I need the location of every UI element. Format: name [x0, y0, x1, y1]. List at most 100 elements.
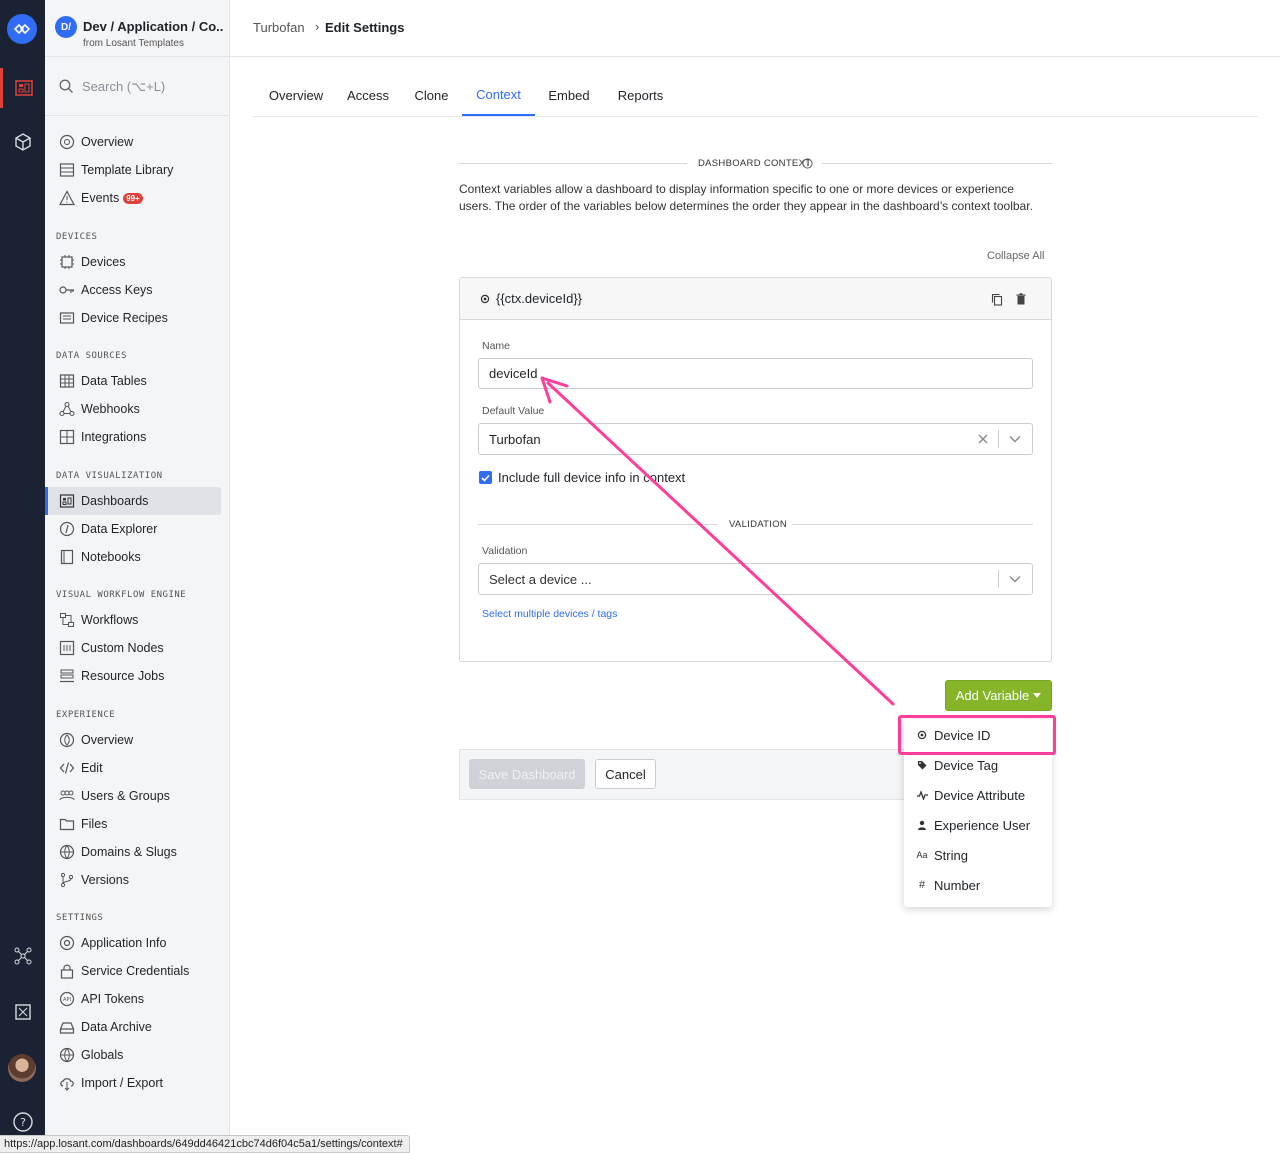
section-divider-right: [822, 163, 1052, 164]
user-icon: [916, 820, 928, 830]
sidebar-item-data-sources-data-tables[interactable]: Data Tables: [45, 367, 221, 395]
user-avatar[interactable]: [8, 1054, 36, 1082]
network-rail-icon[interactable]: [0, 936, 45, 976]
validation-divider-left: [478, 524, 718, 525]
default-value-label: Default Value: [482, 405, 545, 417]
cancel-button[interactable]: Cancel: [595, 759, 656, 789]
global-rail: ?: [0, 0, 45, 1153]
chevron-down-icon[interactable]: [1009, 575, 1021, 583]
sidebar-item-label: Resource Jobs: [81, 669, 165, 683]
sidebar-item-data-sources-integrations[interactable]: Integrations: [45, 423, 221, 451]
template-library-icon: [59, 162, 75, 178]
section-title: DASHBOARD CONTEXT: [698, 158, 812, 169]
sidebar-item-data-sources-webhooks[interactable]: Webhooks: [45, 395, 221, 423]
sidebar-item-vwe-resource-jobs[interactable]: Resource Jobs: [45, 662, 221, 690]
app-header[interactable]: D/ Dev / Application / Co... from Losant…: [45, 0, 229, 57]
validation-divider-right: [792, 524, 1033, 525]
copy-icon[interactable]: [991, 293, 1003, 306]
events-icon: [59, 190, 75, 206]
sidebar-item-experience-domains-slugs[interactable]: Domains & Slugs: [45, 838, 221, 866]
menu-item-string[interactable]: Aa String: [904, 840, 1052, 870]
archive-icon: [59, 1019, 75, 1035]
validation-placeholder: Select a device ...: [489, 571, 592, 587]
sidebar-item-label: Custom Nodes: [81, 641, 164, 655]
add-variable-button[interactable]: Add Variable: [945, 680, 1052, 711]
help-circle-icon[interactable]: ?: [802, 158, 813, 169]
sidebar-item-label: Webhooks: [81, 402, 140, 416]
sidebar-item-data-viz-data-explorer[interactable]: Data Explorer: [45, 515, 221, 543]
sidebar-item-vwe-workflows[interactable]: Workflows: [45, 606, 221, 634]
sidebar-item-vwe-custom-nodes[interactable]: Custom Nodes: [45, 634, 221, 662]
sidebar-item-settings-application-info[interactable]: Application Info: [45, 929, 221, 957]
sidebar-item-main-overview[interactable]: Overview: [45, 128, 221, 156]
search-icon: [59, 79, 73, 93]
resources-rail-icon[interactable]: [0, 992, 45, 1032]
tab-reports[interactable]: Reports: [608, 74, 673, 116]
top-bar: Turbofan › Edit Settings: [230, 0, 1280, 57]
applications-rail-icon[interactable]: [0, 68, 45, 108]
tab-context[interactable]: Context: [462, 74, 535, 116]
cube-rail-icon[interactable]: [0, 122, 45, 162]
validation-select[interactable]: Select a device ...: [478, 563, 1033, 595]
check-icon: [481, 474, 490, 482]
name-field[interactable]: deviceId: [478, 358, 1033, 389]
sidebar-item-devices-devices[interactable]: Devices: [45, 248, 221, 276]
app-badge: D/: [55, 16, 77, 38]
sidebar-item-experience-overview[interactable]: Overview: [45, 726, 221, 754]
save-dashboard-button[interactable]: Save Dashboard: [469, 759, 585, 789]
sidebar-item-settings-api-tokens[interactable]: API API Tokens: [45, 985, 221, 1013]
app-name: Dev / Application / Co...: [83, 19, 223, 34]
menu-item-number[interactable]: # Number: [904, 870, 1052, 900]
collapse-all-link[interactable]: Collapse All: [987, 250, 1044, 262]
sidebar-item-experience-files[interactable]: Files: [45, 810, 221, 838]
breadcrumb-separator: ›: [315, 19, 320, 34]
tag-icon: [916, 760, 928, 770]
sidebar-item-label: Data Archive: [81, 1020, 152, 1034]
tab-access[interactable]: Access: [339, 74, 397, 116]
default-value-select[interactable]: Turbofan: [478, 423, 1033, 455]
sidebar-item-main-events[interactable]: Events 99+: [45, 184, 221, 212]
chevron-down-icon[interactable]: [1009, 435, 1021, 443]
sidebar-section-experience: EXPERIENCE: [56, 710, 116, 720]
gear-icon: [59, 935, 75, 951]
sidebar-item-settings-service-credentials[interactable]: Service Credentials: [45, 957, 221, 985]
sidebar-item-main-template-library[interactable]: Template Library: [45, 156, 221, 184]
tab-embed[interactable]: Embed: [539, 74, 599, 116]
app-subtitle: from Losant Templates: [83, 38, 184, 49]
sidebar-item-settings-import-export[interactable]: Import / Export: [45, 1069, 221, 1097]
sidebar-item-settings-globals[interactable]: Globals: [45, 1041, 221, 1069]
default-value-text: Turbofan: [489, 431, 541, 447]
sidebar-item-settings-data-archive[interactable]: Data Archive: [45, 1013, 221, 1041]
sidebar-item-label: Users & Groups: [81, 789, 170, 803]
breadcrumb-parent[interactable]: Turbofan: [253, 20, 305, 35]
name-label: Name: [482, 340, 511, 352]
select-multiple-devices-link[interactable]: Select multiple devices / tags: [482, 608, 617, 620]
variable-card-header[interactable]: {{ctx.deviceId}}: [460, 278, 1051, 320]
chip-icon: [59, 254, 75, 270]
import-export-icon: [59, 1075, 75, 1091]
sidebar-item-experience-versions[interactable]: Versions: [45, 866, 221, 894]
svg-text:?: ?: [20, 1116, 26, 1129]
tab-clone[interactable]: Clone: [403, 74, 460, 116]
string-icon: Aa: [916, 850, 928, 860]
tab-overview[interactable]: Overview: [255, 74, 337, 116]
sidebar-section-devices: DEVICES: [56, 232, 98, 242]
sidebar-item-experience-edit[interactable]: Edit: [45, 754, 221, 782]
sidebar-section-vwe: VISUAL WORKFLOW ENGINE: [56, 590, 187, 600]
settings-tabs: Overview Access Clone Context Embed Repo…: [253, 74, 1258, 117]
losant-logo-icon[interactable]: [7, 14, 37, 44]
clear-icon[interactable]: [978, 434, 988, 444]
menu-item-device-attribute[interactable]: Device Attribute: [904, 780, 1052, 810]
sidebar-item-devices-access-keys[interactable]: Access Keys: [45, 276, 221, 304]
include-full-info-label[interactable]: Include full device info in context: [498, 470, 685, 485]
sidebar-item-experience-users-groups[interactable]: Users & Groups: [45, 782, 221, 810]
include-full-info-checkbox[interactable]: [479, 471, 492, 484]
sidebar-item-devices-device-recipes[interactable]: Device Recipes: [45, 304, 221, 332]
trash-icon[interactable]: [1016, 293, 1026, 305]
search-box[interactable]: Search (⌥+L): [45, 58, 229, 116]
events-count-badge: 99+: [123, 192, 143, 204]
sidebar-item-data-viz-dashboards[interactable]: Dashboards: [45, 487, 221, 515]
search-input[interactable]: Search (⌥+L): [82, 79, 165, 95]
sidebar-item-data-viz-notebooks[interactable]: Notebooks: [45, 543, 221, 571]
menu-item-experience-user[interactable]: Experience User: [904, 810, 1052, 840]
